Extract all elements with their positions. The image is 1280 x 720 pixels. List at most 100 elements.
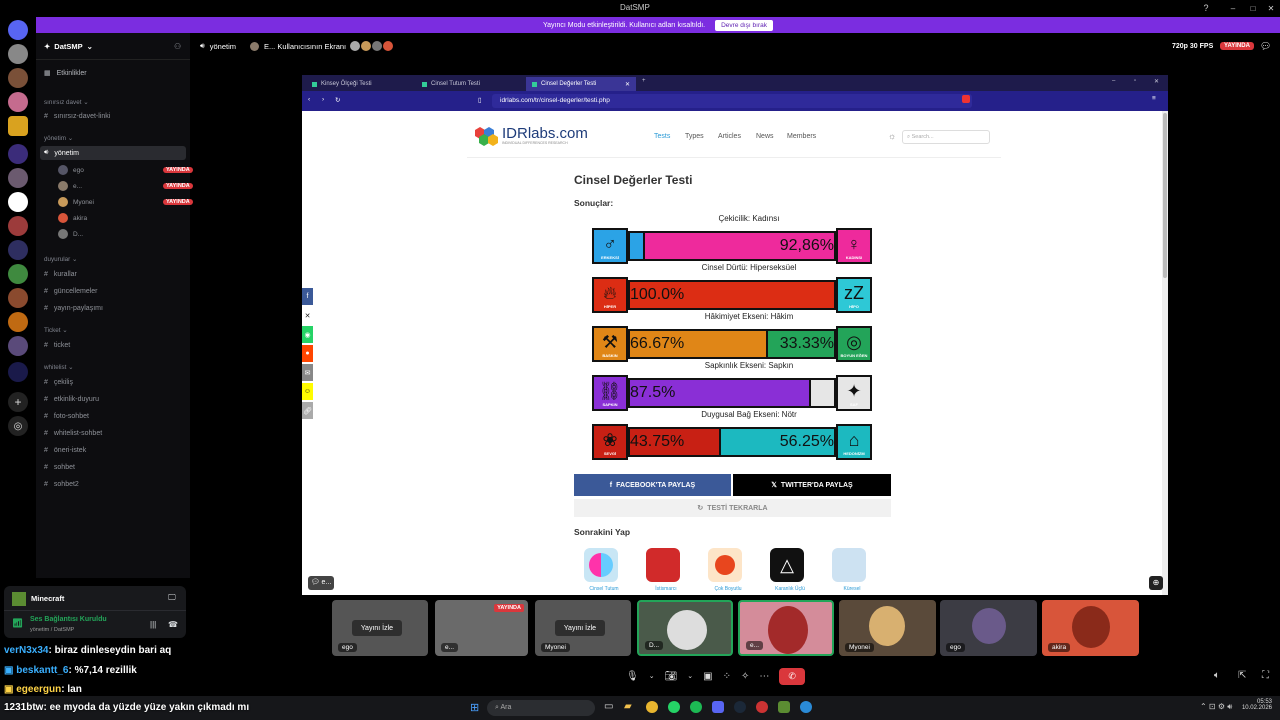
participant-tile[interactable]: D... (637, 600, 733, 656)
server-header[interactable]: ✦ DatSMP ⌄ (44, 42, 93, 51)
close-icon[interactable]: ✕ (1154, 78, 1159, 85)
facebook-share-icon[interactable]: f (302, 288, 313, 305)
add-server-icon[interactable]: + (8, 392, 28, 412)
browser-tab[interactable]: Cinsel Tutum Testi (416, 77, 526, 91)
next-test-label[interactable]: Çok Boyutlu (698, 586, 758, 592)
retry-button[interactable]: ↻ TESTİ TEKRARLA (574, 499, 891, 517)
nav-members[interactable]: Members (787, 133, 816, 140)
server-icon[interactable] (8, 92, 28, 112)
category-whitelist[interactable]: whitelist ⌄ (44, 364, 73, 371)
close-button[interactable]: ✕ (1264, 2, 1278, 14)
server-icon[interactable] (8, 362, 28, 382)
facebook-share-button[interactable]: f FACEBOOK'TA PAYLAŞ (574, 474, 731, 496)
soundboard-icon[interactable]: ✧ (741, 671, 749, 682)
minecraft-icon[interactable] (778, 701, 790, 713)
browser-tab-active[interactable]: Cinsel Değerler Testi ✕ (526, 77, 636, 91)
channel[interactable]: # etkinlik-duyuru (44, 392, 99, 406)
server-icon[interactable] (8, 264, 28, 284)
browser-tab[interactable]: Kinsey Ölçeği Testi (306, 77, 416, 91)
task-view-icon[interactable]: ▭ (604, 701, 613, 712)
server-icon[interactable] (8, 168, 28, 188)
close-icon[interactable]: ✕ (625, 81, 630, 88)
category-mgmt[interactable]: yönetim ⌄ (44, 135, 73, 142)
more-icon[interactable]: ⋯ (759, 671, 769, 682)
discover-icon[interactable]: ◎ (8, 416, 28, 436)
category-ticket[interactable]: Ticket ⌄ (44, 327, 68, 334)
x-share-icon[interactable]: ✕ (302, 307, 313, 324)
next-test-label[interactable]: İstismarcı (636, 586, 696, 592)
voice-user[interactable]: D... (58, 227, 83, 241)
disconnect-icon[interactable]: ☎︎ (168, 620, 178, 629)
link-share-icon[interactable]: 🔗︎ (302, 402, 313, 419)
maximize-button[interactable]: □ (1246, 2, 1260, 14)
reload-icon[interactable]: ↻ (335, 96, 340, 104)
clock[interactable]: 05:53 10.02.2026 (1238, 699, 1272, 711)
scrollbar[interactable] (1162, 111, 1168, 595)
discord-icon[interactable] (712, 701, 724, 713)
activities-icon[interactable]: ⁘ (723, 671, 731, 682)
channel[interactable]: # whitelist-sohbet (44, 426, 102, 440)
channel[interactable]: # yayın-paylaşımı (44, 301, 103, 315)
next-test-label[interactable]: Cinsel Tutum (574, 586, 634, 592)
channel[interactable]: # sohbet2 (44, 477, 79, 491)
server-icon[interactable] (8, 240, 28, 260)
site-logo[interactable]: IDRlabs.com (502, 125, 588, 142)
next-test-label[interactable]: Küresel (822, 586, 882, 592)
participant-tile[interactable]: YAYINDA e... (435, 600, 528, 656)
participant-tile[interactable]: e... (738, 600, 834, 656)
extension-icon[interactable] (962, 95, 970, 103)
category-invite[interactable]: sınırsız davet ⌄ (44, 99, 88, 106)
home-icon[interactable] (8, 20, 28, 40)
menu-icon[interactable]: ≡ (1152, 95, 1156, 102)
server-icon[interactable] (8, 68, 28, 88)
next-test-icon[interactable] (646, 548, 680, 582)
server-icon[interactable] (8, 216, 28, 236)
stream-view[interactable]: Kinsey Ölçeği Testi Cinsel Tutum Testi C… (302, 75, 1168, 595)
tray-icons[interactable]: ⌃ ⊡ ⚙ 🔊︎ (1200, 702, 1232, 712)
screen-icon[interactable]: 🖵︎ (168, 593, 176, 603)
whatsapp-icon[interactable] (668, 701, 680, 713)
add-member-icon[interactable]: ⚇ (174, 42, 181, 51)
file-explorer-icon[interactable]: ▰ (624, 701, 632, 712)
new-tab-icon[interactable]: + (642, 78, 646, 84)
nav-articles[interactable]: Articles (718, 133, 741, 140)
fullscreen-icon[interactable]: ⛶ (1262, 670, 1269, 681)
back-icon[interactable]: ‹ (308, 96, 310, 103)
server-icon[interactable] (8, 44, 28, 64)
theme-toggle-icon[interactable]: ☼ (888, 131, 896, 141)
nav-news[interactable]: News (756, 133, 774, 140)
taskbar-search[interactable]: ⌕ Ara (487, 700, 595, 716)
voice-user[interactable]: ego YAYINDA (58, 163, 193, 177)
participant-tile[interactable]: akira (1042, 600, 1139, 656)
disable-streamer-mode-button[interactable]: Devre dışı bırak (715, 19, 773, 31)
channel[interactable]: # güncellemeler (44, 284, 98, 298)
minimize-button[interactable]: – (1226, 2, 1240, 14)
popout-icon[interactable]: ⇱ (1238, 670, 1246, 681)
server-icon[interactable] (8, 288, 28, 308)
server-icon-datsmp[interactable] (8, 116, 28, 136)
next-test-label[interactable]: Karanlık Üçlü (760, 586, 820, 592)
channel-invite[interactable]: # sınırsız-davet-linki (44, 109, 110, 123)
nav-types[interactable]: Types (685, 133, 704, 140)
server-icon[interactable] (8, 192, 28, 212)
edge-icon[interactable] (800, 701, 812, 713)
next-test-icon[interactable] (832, 548, 866, 582)
chrome-icon[interactable] (646, 701, 658, 713)
help-icon[interactable]: ? (1200, 2, 1212, 14)
channel[interactable]: # sohbet (44, 460, 75, 474)
participant-tile[interactable]: Myonei (839, 600, 936, 656)
channel[interactable]: # kurallar (44, 267, 77, 281)
watch-stream-button[interactable]: Yayını İzle (555, 620, 605, 636)
voice-user[interactable]: akira (58, 211, 87, 225)
email-share-icon[interactable]: ✉ (302, 364, 313, 381)
voice-user[interactable]: e... YAYINDA (58, 179, 193, 193)
watch-stream-button[interactable]: Yayını İzle (352, 620, 402, 636)
channel[interactable]: # foto-sohbet (44, 409, 89, 423)
channel[interactable]: # çekiliş (44, 375, 73, 389)
twitter-share-button[interactable]: 𝕏 TWITTER'DA PAYLAŞ (733, 474, 891, 496)
app-icon[interactable] (756, 701, 768, 713)
bookmark-icon[interactable]: ▯ (478, 96, 482, 104)
volume-icon[interactable]: 🔈︎ (1214, 670, 1220, 681)
search-input[interactable]: ⌕ Search... (902, 130, 990, 144)
restore-icon[interactable]: ▫ (1134, 78, 1136, 84)
